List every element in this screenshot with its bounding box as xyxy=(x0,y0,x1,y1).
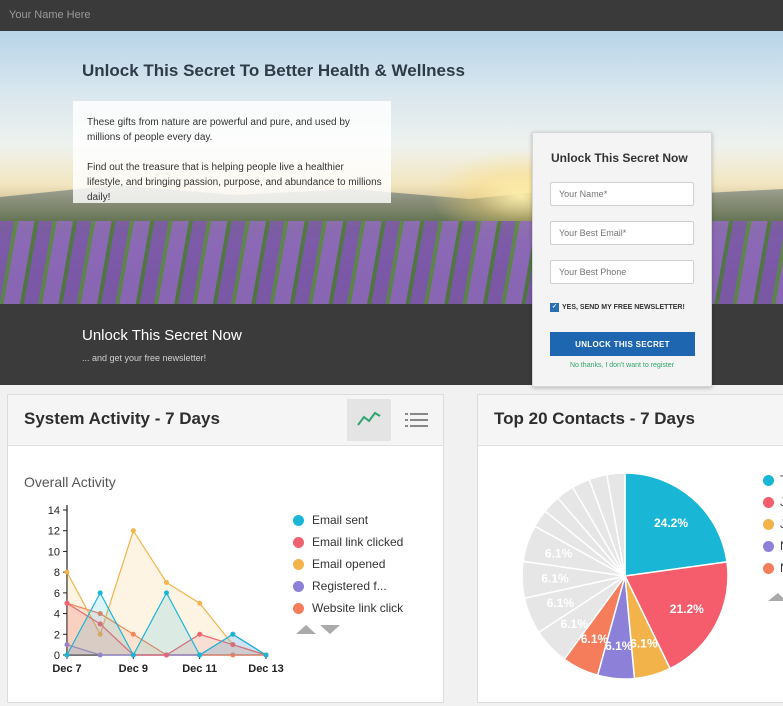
site-name[interactable]: Your Name Here xyxy=(9,9,91,21)
activity-legend: Email sent Email link clicked Email opened… xyxy=(293,509,403,619)
y-tick-label: 6 xyxy=(54,588,60,600)
top-bar: Your Name Here xyxy=(0,0,783,32)
legend-swatch xyxy=(763,541,774,552)
data-point[interactable] xyxy=(64,652,70,658)
legend-item[interactable]: Registered f... xyxy=(293,575,403,597)
legend-swatch xyxy=(763,563,774,574)
newsletter-option[interactable]: ✓ YES, SEND MY FREE NEWSLETTER! xyxy=(550,303,685,312)
data-point[interactable] xyxy=(197,631,203,637)
top-contacts-panel: Top 20 Contacts - 7 Days 24.2% 21.2% 6.1% 6… xyxy=(477,394,783,703)
signup-form-title: Unlock This Secret Now xyxy=(551,151,688,165)
legend-swatch xyxy=(293,602,304,614)
pie-label: 6.1% xyxy=(605,639,633,653)
pie-label: 21.2% xyxy=(670,602,704,616)
data-point[interactable] xyxy=(164,590,169,596)
legend-swatch xyxy=(763,475,774,486)
data-point[interactable] xyxy=(164,580,169,585)
cta-band-title: Unlock This Secret Now xyxy=(82,327,242,344)
pie-label: 6.1% xyxy=(541,572,569,586)
data-point[interactable] xyxy=(263,652,269,658)
decline-link[interactable]: No thanks, I don't want to register xyxy=(533,362,711,369)
legend-swatch xyxy=(293,580,304,592)
pie-label: 24.2% xyxy=(654,516,688,530)
phone-field[interactable] xyxy=(550,260,694,284)
legend-swatch xyxy=(293,514,304,526)
data-point[interactable] xyxy=(197,600,203,606)
legend-label: Email sent xyxy=(312,513,369,527)
legend-label: Email opened xyxy=(312,557,386,571)
x-tick-label: Dec 11 xyxy=(182,663,217,675)
data-point[interactable] xyxy=(64,600,70,606)
data-point[interactable] xyxy=(197,652,203,658)
y-tick-label: 0 xyxy=(54,650,60,662)
unlock-button[interactable]: UNLOCK THIS SECRET xyxy=(550,332,695,356)
pie-label: 6.1% xyxy=(561,617,589,631)
hero-paragraph-1: These gifts from nature are powerful and… xyxy=(87,117,350,143)
data-point[interactable] xyxy=(130,528,136,534)
pie-label: 6.1% xyxy=(547,596,575,610)
y-tick-label: 2 xyxy=(54,629,60,641)
y-tick-label: 10 xyxy=(48,546,60,558)
legend-item[interactable]: Email opened xyxy=(293,553,403,575)
data-point[interactable] xyxy=(230,631,236,637)
system-activity-panel: System Activity - 7 Days Overall Activit… xyxy=(7,394,444,703)
legend-swatch xyxy=(293,536,304,548)
data-point[interactable] xyxy=(97,590,103,596)
newsletter-checkbox[interactable]: ✓ xyxy=(550,303,559,312)
legend-label: Registered f... xyxy=(312,579,387,593)
legend-pager-arrow[interactable] xyxy=(768,593,783,601)
pie-label: 6.1% xyxy=(630,636,658,650)
hero-text-box: These gifts from nature are powerful and… xyxy=(73,101,391,203)
legend-item[interactable]: Email link clicked xyxy=(293,531,403,553)
y-tick-label: 12 xyxy=(48,526,60,538)
cta-band-subtitle: ... and get your free newsletter! xyxy=(82,353,207,363)
hero-headline: Unlock This Secret To Better Health & We… xyxy=(82,61,465,80)
legend-swatch xyxy=(293,558,304,570)
legend-pager-arrows[interactable] xyxy=(296,623,342,635)
name-field[interactable] xyxy=(550,182,694,206)
legend-swatch xyxy=(763,519,774,530)
legend-item[interactable]: Website link click xyxy=(293,597,403,619)
legend-label: Email link clicked xyxy=(312,535,404,549)
y-tick-label: 8 xyxy=(54,567,60,579)
hero-paragraph-2: Find out the treasure that is helping pe… xyxy=(87,162,382,203)
x-tick-label: Dec 13 xyxy=(248,663,283,675)
y-tick-label: 14 xyxy=(48,505,60,517)
signup-form: Unlock This Secret Now ✓ YES, SEND MY FR… xyxy=(532,132,712,387)
legend-swatch xyxy=(763,497,774,508)
x-tick-label: Dec 7 xyxy=(52,663,81,675)
legend-item[interactable]: Email sent xyxy=(293,509,403,531)
data-point[interactable] xyxy=(130,652,136,658)
data-point[interactable] xyxy=(64,569,70,575)
x-tick-label: Dec 9 xyxy=(119,663,148,675)
contacts-pie-chart: 24.2%21.2%6.1%6.1%6.1%6.1%6.1%6.1%6.1% xyxy=(521,472,783,680)
pie-label: 6.1% xyxy=(545,547,573,561)
email-field[interactable] xyxy=(550,221,694,245)
series-area xyxy=(67,592,266,655)
legend-label: Website link click xyxy=(312,601,404,615)
newsletter-label: YES, SEND MY FREE NEWSLETTER! xyxy=(562,304,685,311)
y-tick-label: 4 xyxy=(54,609,60,621)
pie-label: 6.1% xyxy=(581,632,609,646)
